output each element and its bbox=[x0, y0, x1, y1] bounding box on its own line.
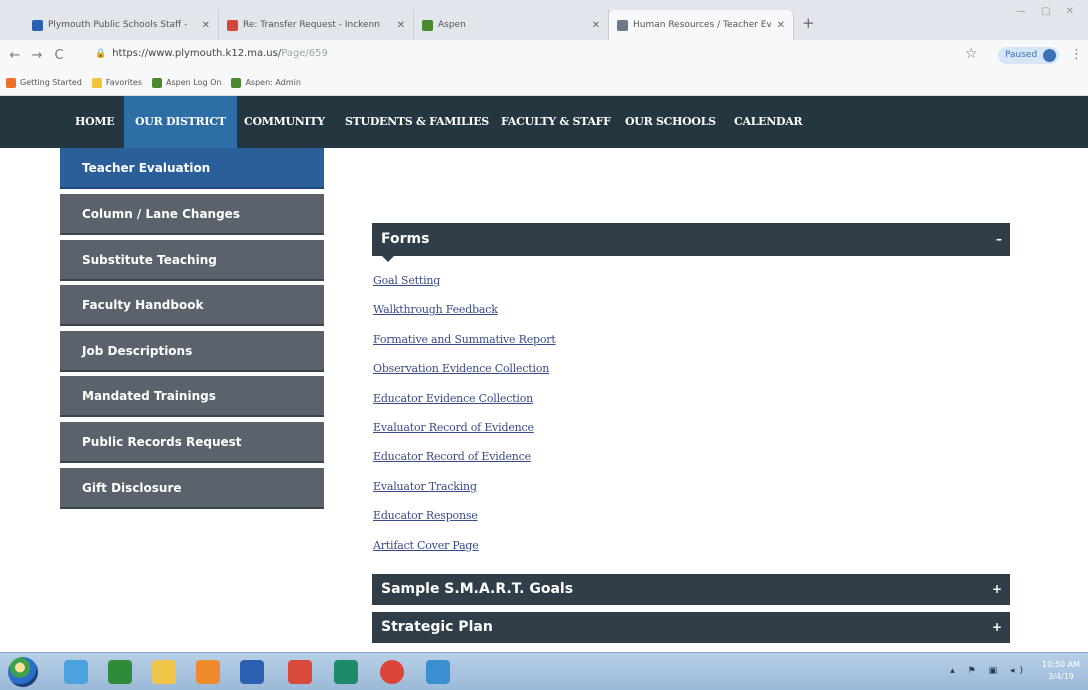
url-field[interactable]: 🔒 https://www.plymouth.k12.ma.us/Page/659 bbox=[95, 48, 328, 59]
profile-button[interactable]: Paused bbox=[998, 47, 1060, 64]
sidebar-item-substitute-teaching[interactable]: Substitute Teaching bbox=[60, 240, 324, 281]
tab-title: Re: Transfer Request - Inckenn bbox=[243, 20, 380, 30]
link-evaluator-tracking[interactable]: Evaluator Tracking bbox=[373, 472, 556, 501]
profile-status: Paused bbox=[1005, 50, 1038, 60]
lock-icon: 🔒 bbox=[95, 49, 107, 59]
nav-home[interactable]: HOME bbox=[64, 96, 125, 148]
forms-panel-title: Forms bbox=[381, 231, 430, 247]
nav-faculty-staff[interactable]: FACULTY & STAFF bbox=[490, 96, 622, 148]
media-icon[interactable] bbox=[196, 660, 220, 684]
sidebar-item-faculty-handbook[interactable]: Faculty Handbook bbox=[60, 285, 324, 326]
nav-community[interactable]: COMMUNITY bbox=[233, 96, 336, 148]
menu-kebab-icon[interactable]: ⋮ bbox=[1070, 47, 1083, 62]
system-tray-icons[interactable]: ▴ ⚑ ▣ ◂) bbox=[950, 666, 1028, 676]
link-walkthrough-feedback[interactable]: Walkthrough Feedback bbox=[373, 295, 556, 324]
expand-icon[interactable]: + bbox=[992, 574, 1002, 605]
page-icon bbox=[617, 19, 628, 31]
tab-human-resources[interactable]: Human Resources / Teacher Eva ✕ bbox=[609, 10, 794, 40]
sidebar-item-teacher-evaluation[interactable]: Teacher Evaluation bbox=[60, 148, 324, 189]
tab-title: Plymouth Public Schools Staff - bbox=[48, 20, 188, 30]
bookmark-getting-started[interactable]: Getting Started bbox=[6, 77, 82, 88]
tab-title: Human Resources / Teacher Eva bbox=[633, 20, 771, 30]
forms-link-list: Goal Setting Walkthrough Feedback Format… bbox=[373, 266, 556, 560]
tab-title: Aspen bbox=[438, 20, 466, 30]
browser-tab-strip: Plymouth Public Schools Staff - ✕ Re: Tr… bbox=[0, 0, 1088, 40]
bookmarks-bar: Getting Started Favorites Aspen Log On A… bbox=[0, 70, 1088, 96]
reload-icon[interactable]: C bbox=[48, 48, 70, 63]
bookmark-star-icon[interactable]: ☆ bbox=[965, 46, 978, 62]
ie-icon[interactable] bbox=[64, 660, 88, 684]
school-favicon-icon bbox=[32, 19, 43, 31]
smart-goals-panel-title: Sample S.M.A.R.T. Goals bbox=[381, 581, 574, 597]
bookmark-label: Aspen Log On bbox=[166, 78, 222, 87]
forward-arrow-icon[interactable]: → bbox=[26, 48, 48, 63]
folder-icon[interactable] bbox=[152, 660, 176, 684]
link-evaluator-record-of-evidence[interactable]: Evaluator Record of Evidence bbox=[373, 413, 556, 442]
tab-gmail[interactable]: Re: Transfer Request - Inckenn ✕ bbox=[219, 10, 414, 40]
back-arrow-icon[interactable]: ← bbox=[4, 48, 26, 63]
collapse-icon[interactable]: – bbox=[996, 223, 1002, 256]
tab-aspen[interactable]: Aspen ✕ bbox=[414, 10, 609, 40]
sidebar-item-mandated-trainings[interactable]: Mandated Trainings bbox=[60, 376, 324, 417]
address-toolbar: ← → C 🔒 https://www.plymouth.k12.ma.us/Pa… bbox=[0, 40, 1088, 70]
smart-goals-panel-header[interactable]: Sample S.M.A.R.T. Goals + bbox=[372, 574, 1010, 605]
bookmark-label: Aspen: Admin bbox=[245, 78, 301, 87]
bookmark-aspen-admin[interactable]: Aspen: Admin bbox=[231, 77, 301, 88]
nav-calendar[interactable]: CALENDAR bbox=[723, 96, 813, 148]
clock-date: 3/4/19 bbox=[1048, 672, 1074, 681]
strategic-plan-panel-header[interactable]: Strategic Plan + bbox=[372, 612, 1010, 643]
app-icon[interactable] bbox=[426, 660, 450, 684]
close-icon[interactable]: ✕ bbox=[397, 20, 405, 31]
new-tab-icon[interactable]: + bbox=[802, 14, 815, 32]
panel-notch bbox=[382, 256, 394, 262]
gmail-icon bbox=[227, 19, 238, 31]
bookmark-label: Getting Started bbox=[20, 78, 82, 87]
aspen-icon bbox=[152, 77, 162, 88]
chrome-icon[interactable] bbox=[380, 660, 404, 684]
sidebar-item-public-records-request[interactable]: Public Records Request bbox=[60, 422, 324, 463]
link-goal-setting[interactable]: Goal Setting bbox=[373, 266, 556, 295]
aspen-icon bbox=[422, 19, 433, 31]
close-icon[interactable]: ✕ bbox=[202, 20, 210, 31]
firefox-icon bbox=[6, 77, 16, 88]
start-button-icon[interactable] bbox=[8, 657, 38, 687]
bookmark-aspen-log-on[interactable]: Aspen Log On bbox=[152, 77, 222, 88]
close-icon[interactable]: ✕ bbox=[592, 20, 600, 31]
nav-our-district[interactable]: OUR DISTRICT bbox=[124, 96, 237, 148]
folder-icon bbox=[91, 77, 102, 88]
sidebar-item-column-lane-changes[interactable]: Column / Lane Changes bbox=[60, 194, 324, 235]
url-path: Page/659 bbox=[281, 48, 328, 59]
acrobat-icon[interactable] bbox=[288, 660, 312, 684]
window-controls[interactable]: — ▢ ✕ bbox=[1016, 6, 1080, 17]
strategic-plan-panel-title: Strategic Plan bbox=[381, 619, 493, 635]
publisher-icon[interactable] bbox=[334, 660, 358, 684]
windows-taskbar: ▴ ⚑ ▣ ◂) 10:50 AM 3/4/19 bbox=[0, 652, 1088, 690]
aspen-icon bbox=[231, 77, 242, 88]
excel-icon[interactable] bbox=[108, 660, 132, 684]
link-educator-response[interactable]: Educator Response bbox=[373, 501, 556, 530]
site-nav: HOME OUR DISTRICT COMMUNITY STUDENTS & F… bbox=[0, 96, 1088, 148]
sidebar-item-gift-disclosure[interactable]: Gift Disclosure bbox=[60, 468, 324, 509]
bookmark-label: Favorites bbox=[105, 78, 142, 87]
taskbar-clock[interactable]: 10:50 AM 3/4/19 bbox=[1042, 659, 1080, 683]
link-educator-record-of-evidence[interactable]: Educator Record of Evidence bbox=[373, 442, 556, 471]
nav-students-families[interactable]: STUDENTS & FAMILIES bbox=[334, 96, 500, 148]
avatar-icon bbox=[1043, 49, 1057, 62]
link-formative-summative-report[interactable]: Formative and Summative Report bbox=[373, 325, 556, 354]
forms-panel-header[interactable]: Forms – bbox=[372, 223, 1010, 262]
url-base: https://www.plymouth.k12.ma.us/ bbox=[112, 48, 282, 59]
clock-time: 10:50 AM bbox=[1042, 660, 1080, 669]
tab-plymouth-staff[interactable]: Plymouth Public Schools Staff - ✕ bbox=[24, 10, 219, 40]
link-educator-evidence-collection[interactable]: Educator Evidence Collection bbox=[373, 384, 556, 413]
sidebar-item-job-descriptions[interactable]: Job Descriptions bbox=[60, 331, 324, 372]
link-observation-evidence-collection[interactable]: Observation Evidence Collection bbox=[373, 354, 556, 383]
bookmark-favorites[interactable]: Favorites bbox=[91, 77, 142, 88]
word-icon[interactable] bbox=[240, 660, 264, 684]
nav-our-schools[interactable]: OUR SCHOOLS bbox=[614, 96, 727, 148]
link-artifact-cover-page[interactable]: Artifact Cover Page bbox=[373, 531, 556, 560]
close-icon[interactable]: ✕ bbox=[777, 20, 785, 31]
expand-icon[interactable]: + bbox=[992, 612, 1002, 643]
